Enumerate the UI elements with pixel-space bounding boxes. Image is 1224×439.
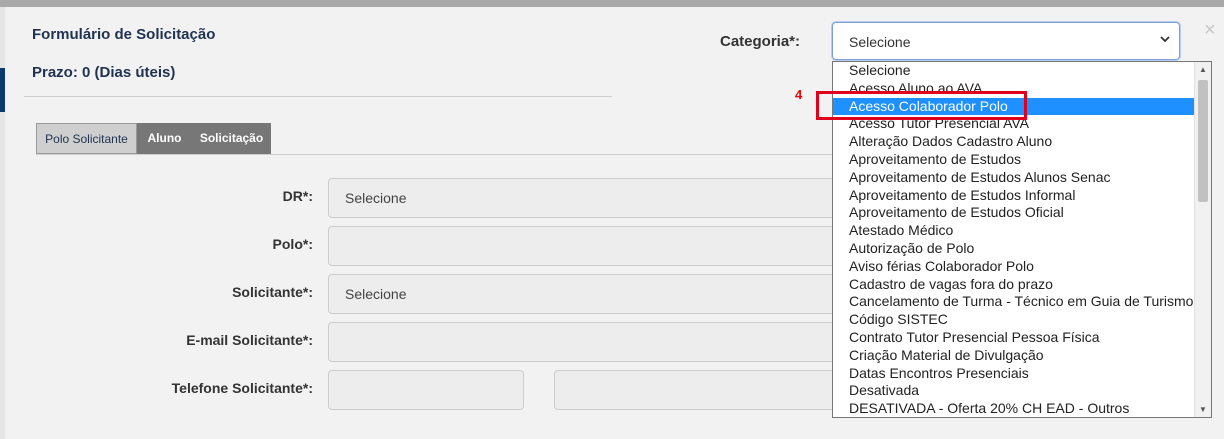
- dropdown-option[interactable]: DESATIVADA - Oferta 20% CH EAD - Outros: [833, 400, 1211, 417]
- categoria-label: Categoria*:: [720, 33, 801, 50]
- dr-value: Selecione: [345, 190, 407, 206]
- dropdown-option[interactable]: Selecione: [833, 62, 1211, 80]
- categoria-select[interactable]: Selecione: [832, 22, 1180, 60]
- tab-aluno[interactable]: Aluno: [137, 123, 192, 154]
- dropdown-option[interactable]: Cadastro de vagas fora do prazo: [833, 276, 1211, 294]
- dropdown-option[interactable]: Autorização de Polo: [833, 240, 1211, 258]
- close-icon[interactable]: ×: [1204, 19, 1216, 42]
- dr-label: DR*:: [282, 188, 313, 204]
- dropdown-option[interactable]: Desativada: [833, 382, 1211, 400]
- categoria-selected-value: Selecione: [849, 34, 911, 50]
- solicitante-label: Solicitante*:: [232, 284, 313, 300]
- polo-label: Polo*:: [272, 236, 313, 252]
- chevron-down-icon: [1159, 32, 1171, 48]
- dropdown-option[interactable]: Cancelamento de Turma - Técnico em Guia …: [833, 293, 1211, 311]
- page-top-bar: [0, 0, 1224, 7]
- email-label: E-mail Solicitante*:: [186, 332, 313, 348]
- telefone-number-field[interactable]: [554, 370, 848, 410]
- dropdown-option[interactable]: Aproveitamento de Estudos Alunos Senac: [833, 169, 1211, 187]
- tab-solicitacao[interactable]: Solicitação: [192, 123, 271, 154]
- tab-divider: [36, 154, 836, 155]
- scroll-up-icon[interactable]: ▲: [1199, 65, 1207, 74]
- scroll-thumb[interactable]: [1198, 80, 1208, 202]
- solicitante-select[interactable]: Selecione: [328, 274, 848, 314]
- highlight-annotation-box: [816, 91, 1027, 120]
- tab-polo-solicitante[interactable]: Polo Solicitante: [36, 123, 137, 154]
- dropdown-option[interactable]: Aproveitamento de Estudos Informal: [833, 187, 1211, 205]
- telefone-label: Telefone Solicitante*:: [171, 380, 313, 396]
- prazo-text: Prazo: 0 (Dias úteis): [32, 64, 176, 81]
- dropdown-option[interactable]: Criação Material de Divulgação: [833, 347, 1211, 365]
- dropdown-option[interactable]: Aproveitamento de Estudos Oficial: [833, 204, 1211, 222]
- solicitante-value: Selecione: [345, 286, 407, 302]
- dropdown-scrollbar[interactable]: ▲ ▼: [1194, 62, 1211, 417]
- dr-select[interactable]: Selecione: [328, 178, 848, 218]
- title-divider: [24, 96, 612, 97]
- step-number-annotation: 4: [795, 87, 803, 102]
- chevron-down-icon-svg: [1160, 36, 1170, 43]
- dropdown-option[interactable]: Alteração Dados Cadastro Aluno: [833, 133, 1211, 151]
- scroll-down-icon[interactable]: ▼: [1199, 405, 1207, 414]
- dropdown-option[interactable]: Atestado Médico: [833, 222, 1211, 240]
- dropdown-option[interactable]: Contrato Tutor Presencial Pessoa Física: [833, 329, 1211, 347]
- email-field[interactable]: [328, 322, 848, 362]
- dropdown-option[interactable]: Datas Encontros Presenciais: [833, 365, 1211, 383]
- dropdown-option[interactable]: Aviso férias Colaborador Polo: [833, 258, 1211, 276]
- dropdown-option[interactable]: Código SISTEC: [833, 311, 1211, 329]
- telefone-ddd-field[interactable]: [328, 370, 524, 410]
- modal-title: Formulário de Solicitação: [32, 26, 216, 43]
- dropdown-option[interactable]: Aproveitamento de Estudos: [833, 151, 1211, 169]
- polo-field[interactable]: [328, 226, 848, 266]
